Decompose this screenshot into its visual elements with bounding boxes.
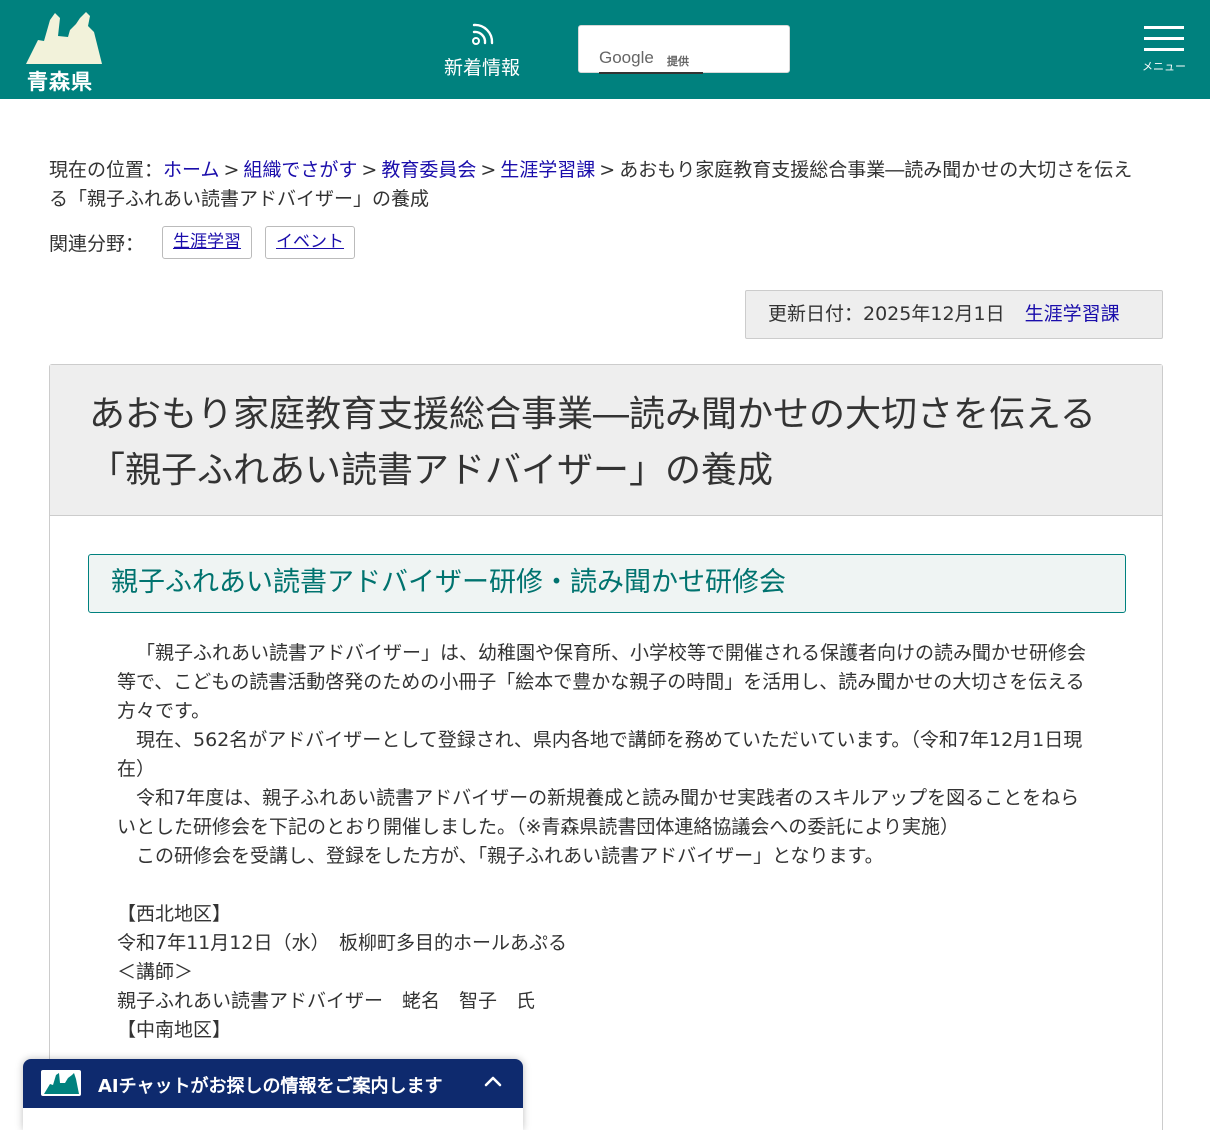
- search-underline: [599, 72, 703, 74]
- news-label: 新着情報: [443, 57, 520, 79]
- lecturer-name: 親子ふれあい読書アドバイザー 蛯名 智子 氏: [117, 990, 536, 1012]
- department-link[interactable]: 生涯学習課: [1025, 303, 1120, 325]
- region-heading: 【中南地区】: [117, 1019, 232, 1041]
- breadcrumb: 現在の位置：ホーム > 組織でさがす > 教育委員会 > 生涯学習課 > あおもり家庭教育支援総…: [49, 156, 1144, 214]
- article: あおもり家庭教育支援総合事業―読み聞かせの大切さを伝える「親子ふれあい読書アドバ…: [49, 364, 1163, 1130]
- menu-label: メニュー: [1142, 60, 1186, 73]
- ai-chat-label: AIチャットがお探しの情報をご案内します: [98, 1076, 443, 1097]
- page-title: あおもり家庭教育支援総合事業―読み聞かせの大切さを伝える「親子ふれあい読書アドバ…: [89, 394, 1096, 491]
- title-box: あおもり家庭教育支援総合事業―読み聞かせの大切さを伝える「親子ふれあい読書アドバ…: [50, 365, 1162, 516]
- breadcrumb-link-organization[interactable]: 組織でさがす: [243, 159, 357, 181]
- related-fields: 関連分野： 生涯学習 イベント: [49, 226, 368, 259]
- update-date: 更新日付：2025年12月1日: [768, 303, 1005, 325]
- paragraph: 「親子ふれあい読書アドバイザー」は、幼稚園や保育所、小学校等で開催される保護者向…: [117, 642, 1087, 722]
- site-logo[interactable]: 青森県: [24, 10, 104, 94]
- google-brand: Google: [599, 48, 654, 67]
- logo-text: 青森県: [27, 70, 93, 94]
- news-link[interactable]: 新着情報: [436, 22, 528, 82]
- section-heading: 親子ふれあい読書アドバイザー研修・読み聞かせ研修会: [111, 567, 786, 598]
- site-search-input[interactable]: Google 提供: [578, 25, 790, 74]
- ai-chat-widget[interactable]: AIチャットがお探しの情報をご案内します: [23, 1059, 523, 1130]
- rss-icon: [472, 23, 494, 45]
- aomori-map-icon: [26, 12, 102, 64]
- hamburger-icon: [1138, 26, 1190, 51]
- breadcrumb-separator: >: [480, 159, 497, 181]
- article-body: 「親子ふれあい読書アドバイザー」は、幼稚園や保育所、小学校等で開催される保護者向…: [117, 639, 1087, 1045]
- breadcrumb-link-board-of-education[interactable]: 教育委員会: [381, 159, 476, 181]
- region-date: 令和7年11月12日（水） 板柳町多目的ホールあぷる: [117, 932, 567, 954]
- chevron-up-icon[interactable]: [481, 1069, 505, 1093]
- paragraph: この研修会を受講し、登録をした方が、「親子ふれあい読書アドバイザー」となります。: [136, 845, 884, 867]
- paragraph: 現在、562名がアドバイザーとして登録され、県内各地で講師を務めていただいていま…: [117, 729, 1083, 780]
- site-header: 青森県 新着情報 Google 提供 メニュー: [0, 0, 1210, 99]
- breadcrumb-prefix: 現在の位置：: [49, 159, 164, 181]
- ai-chat-bar[interactable]: AIチャットがお探しの情報をご案内します: [23, 1059, 523, 1108]
- breadcrumb-link-home[interactable]: ホーム: [163, 159, 219, 181]
- search-provided-label: 提供: [667, 55, 689, 68]
- tag-lifelong-learning[interactable]: 生涯学習: [162, 226, 253, 259]
- tag-event[interactable]: イベント: [265, 226, 356, 259]
- menu-button[interactable]: メニュー: [1138, 26, 1190, 78]
- breadcrumb-link-lifelong-learning[interactable]: 生涯学習課: [500, 159, 595, 181]
- region-heading: 【西北地区】: [117, 903, 232, 925]
- lecturer-heading: ＜講師＞: [117, 961, 194, 983]
- section-heading-box: 親子ふれあい読書アドバイザー研修・読み聞かせ研修会: [88, 554, 1126, 613]
- update-info: 更新日付：2025年12月1日 生涯学習課: [745, 290, 1163, 339]
- breadcrumb-separator: >: [599, 159, 616, 181]
- breadcrumb-separator: >: [361, 159, 378, 181]
- aomori-logo-icon: [41, 1070, 81, 1096]
- related-fields-label: 関連分野：: [49, 233, 145, 255]
- paragraph: 令和7年度は、親子ふれあい読書アドバイザーの新規養成と読み聞かせ実践者のスキルア…: [117, 787, 1080, 838]
- breadcrumb-separator: >: [223, 159, 240, 181]
